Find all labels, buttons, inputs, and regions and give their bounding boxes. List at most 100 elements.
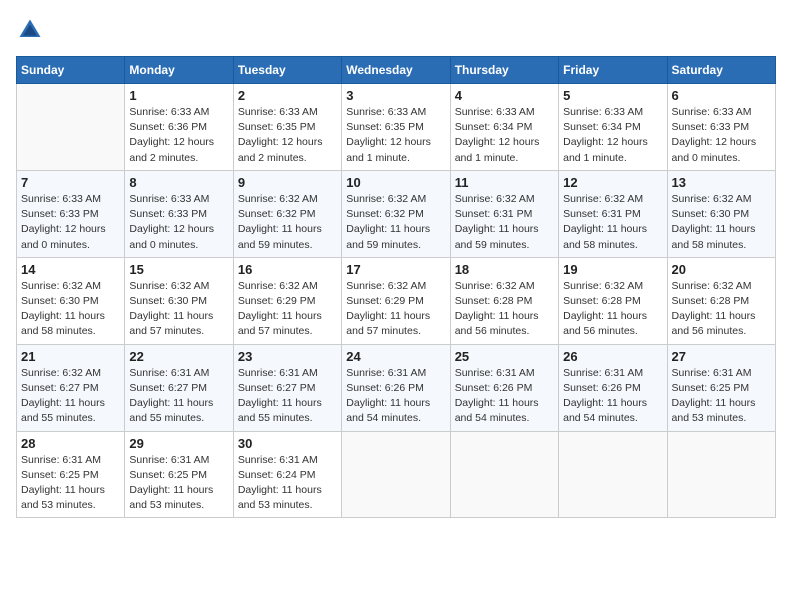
calendar-cell: 23 Sunrise: 6:31 AMSunset: 6:27 PMDayligh… — [233, 344, 341, 431]
day-number: 12 — [563, 175, 662, 190]
column-header-friday: Friday — [559, 57, 667, 84]
day-info: Sunrise: 6:31 AMSunset: 6:27 PMDaylight:… — [238, 366, 337, 427]
calendar-cell: 4 Sunrise: 6:33 AMSunset: 6:34 PMDaylight… — [450, 84, 558, 171]
day-info: Sunrise: 6:32 AMSunset: 6:28 PMDaylight:… — [563, 279, 662, 340]
day-info: Sunrise: 6:32 AMSunset: 6:27 PMDaylight:… — [21, 366, 120, 427]
day-info: Sunrise: 6:33 AMSunset: 6:35 PMDaylight:… — [346, 105, 445, 166]
calendar-week-row: 1 Sunrise: 6:33 AMSunset: 6:36 PMDaylight… — [17, 84, 776, 171]
calendar-cell: 16 Sunrise: 6:32 AMSunset: 6:29 PMDayligh… — [233, 257, 341, 344]
calendar-cell: 29 Sunrise: 6:31 AMSunset: 6:25 PMDayligh… — [125, 431, 233, 518]
calendar-week-row: 14 Sunrise: 6:32 AMSunset: 6:30 PMDayligh… — [17, 257, 776, 344]
day-number: 13 — [672, 175, 771, 190]
calendar-cell: 25 Sunrise: 6:31 AMSunset: 6:26 PMDayligh… — [450, 344, 558, 431]
calendar-cell: 6Sunrise: 6:33 AMSunset: 6:33 PMDaylight… — [667, 84, 775, 171]
day-number: 14 — [21, 262, 120, 277]
day-info: Sunrise: 6:33 AMSunset: 6:34 PMDaylight:… — [455, 105, 554, 166]
column-header-monday: Monday — [125, 57, 233, 84]
day-info: Sunrise: 6:33 AMSunset: 6:35 PMDaylight:… — [238, 105, 337, 166]
day-number: 27 — [672, 349, 771, 364]
day-number: 29 — [129, 436, 228, 451]
calendar-cell: 30Sunrise: 6:31 AMSunset: 6:24 PMDayligh… — [233, 431, 341, 518]
day-number: 28 — [21, 436, 120, 451]
day-info: Sunrise: 6:32 AMSunset: 6:30 PMDaylight:… — [129, 279, 228, 340]
day-info: Sunrise: 6:31 AMSunset: 6:24 PMDaylight:… — [238, 453, 337, 514]
day-number: 24 — [346, 349, 445, 364]
calendar-cell: 24 Sunrise: 6:31 AMSunset: 6:26 PMDayligh… — [342, 344, 450, 431]
day-info: Sunrise: 6:33 AMSunset: 6:33 PMDaylight:… — [672, 105, 771, 166]
day-number: 19 — [563, 262, 662, 277]
day-number: 15 — [129, 262, 228, 277]
calendar-week-row: 28 Sunrise: 6:31 AMSunset: 6:25 PMDayligh… — [17, 431, 776, 518]
calendar-cell: 11 Sunrise: 6:32 AMSunset: 6:31 PMDayligh… — [450, 170, 558, 257]
calendar-cell: 27 Sunrise: 6:31 AMSunset: 6:25 PMDayligh… — [667, 344, 775, 431]
day-number: 16 — [238, 262, 337, 277]
calendar-header-row: SundayMondayTuesdayWednesdayThursdayFrid… — [17, 57, 776, 84]
calendar-cell: 2 Sunrise: 6:33 AMSunset: 6:35 PMDaylight… — [233, 84, 341, 171]
day-info: Sunrise: 6:32 AMSunset: 6:32 PMDaylight:… — [346, 192, 445, 253]
day-number: 5 — [563, 88, 662, 103]
calendar-cell — [667, 431, 775, 518]
day-number: 20 — [672, 262, 771, 277]
day-info: Sunrise: 6:31 AMSunset: 6:26 PMDaylight:… — [455, 366, 554, 427]
calendar-cell: 14 Sunrise: 6:32 AMSunset: 6:30 PMDayligh… — [17, 257, 125, 344]
day-info: Sunrise: 6:32 AMSunset: 6:28 PMDaylight:… — [672, 279, 771, 340]
day-info: Sunrise: 6:31 AMSunset: 6:25 PMDaylight:… — [672, 366, 771, 427]
calendar-cell: 9 Sunrise: 6:32 AMSunset: 6:32 PMDaylight… — [233, 170, 341, 257]
calendar-cell: 5 Sunrise: 6:33 AMSunset: 6:34 PMDaylight… — [559, 84, 667, 171]
day-info: Sunrise: 6:31 AMSunset: 6:26 PMDaylight:… — [563, 366, 662, 427]
calendar-cell: 20 Sunrise: 6:32 AMSunset: 6:28 PMDayligh… — [667, 257, 775, 344]
calendar-cell: 15 Sunrise: 6:32 AMSunset: 6:30 PMDayligh… — [125, 257, 233, 344]
calendar-week-row: 21 Sunrise: 6:32 AMSunset: 6:27 PMDayligh… — [17, 344, 776, 431]
day-number: 21 — [21, 349, 120, 364]
calendar-cell — [559, 431, 667, 518]
logo — [16, 16, 48, 44]
day-info: Sunrise: 6:33 AMSunset: 6:33 PMDaylight:… — [21, 192, 120, 253]
day-info: Sunrise: 6:32 AMSunset: 6:28 PMDaylight:… — [455, 279, 554, 340]
column-header-wednesday: Wednesday — [342, 57, 450, 84]
calendar-table: SundayMondayTuesdayWednesdayThursdayFrid… — [16, 56, 776, 518]
day-info: Sunrise: 6:32 AMSunset: 6:30 PMDaylight:… — [21, 279, 120, 340]
day-number: 2 — [238, 88, 337, 103]
calendar-cell: 13 Sunrise: 6:32 AMSunset: 6:30 PMDayligh… — [667, 170, 775, 257]
calendar-cell: 12 Sunrise: 6:32 AMSunset: 6:31 PMDayligh… — [559, 170, 667, 257]
day-info: Sunrise: 6:33 AMSunset: 6:34 PMDaylight:… — [563, 105, 662, 166]
calendar-cell: 21 Sunrise: 6:32 AMSunset: 6:27 PMDayligh… — [17, 344, 125, 431]
calendar-cell: 8 Sunrise: 6:33 AMSunset: 6:33 PMDaylight… — [125, 170, 233, 257]
day-number: 3 — [346, 88, 445, 103]
day-number: 25 — [455, 349, 554, 364]
day-number: 18 — [455, 262, 554, 277]
calendar-cell — [17, 84, 125, 171]
calendar-cell: 18 Sunrise: 6:32 AMSunset: 6:28 PMDayligh… — [450, 257, 558, 344]
day-number: 22 — [129, 349, 228, 364]
day-info: Sunrise: 6:31 AMSunset: 6:26 PMDaylight:… — [346, 366, 445, 427]
calendar-cell: 19 Sunrise: 6:32 AMSunset: 6:28 PMDayligh… — [559, 257, 667, 344]
calendar-cell: 22 Sunrise: 6:31 AMSunset: 6:27 PMDayligh… — [125, 344, 233, 431]
day-info: Sunrise: 6:31 AMSunset: 6:25 PMDaylight:… — [21, 453, 120, 514]
calendar-cell: 1 Sunrise: 6:33 AMSunset: 6:36 PMDaylight… — [125, 84, 233, 171]
day-number: 26 — [563, 349, 662, 364]
calendar-cell: 3 Sunrise: 6:33 AMSunset: 6:35 PMDaylight… — [342, 84, 450, 171]
calendar-cell: 10Sunrise: 6:32 AMSunset: 6:32 PMDayligh… — [342, 170, 450, 257]
day-info: Sunrise: 6:32 AMSunset: 6:31 PMDaylight:… — [455, 192, 554, 253]
day-info: Sunrise: 6:32 AMSunset: 6:29 PMDaylight:… — [346, 279, 445, 340]
day-info: Sunrise: 6:31 AMSunset: 6:25 PMDaylight:… — [129, 453, 228, 514]
day-number: 8 — [129, 175, 228, 190]
day-number: 9 — [238, 175, 337, 190]
calendar-week-row: 7Sunrise: 6:33 AMSunset: 6:33 PMDaylight… — [17, 170, 776, 257]
day-number: 1 — [129, 88, 228, 103]
day-info: Sunrise: 6:31 AMSunset: 6:27 PMDaylight:… — [129, 366, 228, 427]
day-info: Sunrise: 6:32 AMSunset: 6:29 PMDaylight:… — [238, 279, 337, 340]
column-header-thursday: Thursday — [450, 57, 558, 84]
calendar-cell: 7Sunrise: 6:33 AMSunset: 6:33 PMDaylight… — [17, 170, 125, 257]
day-number: 23 — [238, 349, 337, 364]
page-header — [16, 16, 776, 44]
column-header-tuesday: Tuesday — [233, 57, 341, 84]
day-info: Sunrise: 6:32 AMSunset: 6:30 PMDaylight:… — [672, 192, 771, 253]
day-info: Sunrise: 6:32 AMSunset: 6:32 PMDaylight:… — [238, 192, 337, 253]
day-number: 4 — [455, 88, 554, 103]
day-info: Sunrise: 6:32 AMSunset: 6:31 PMDaylight:… — [563, 192, 662, 253]
day-info: Sunrise: 6:33 AMSunset: 6:36 PMDaylight:… — [129, 105, 228, 166]
day-info: Sunrise: 6:33 AMSunset: 6:33 PMDaylight:… — [129, 192, 228, 253]
calendar-cell: 26 Sunrise: 6:31 AMSunset: 6:26 PMDayligh… — [559, 344, 667, 431]
day-number: 11 — [455, 175, 554, 190]
